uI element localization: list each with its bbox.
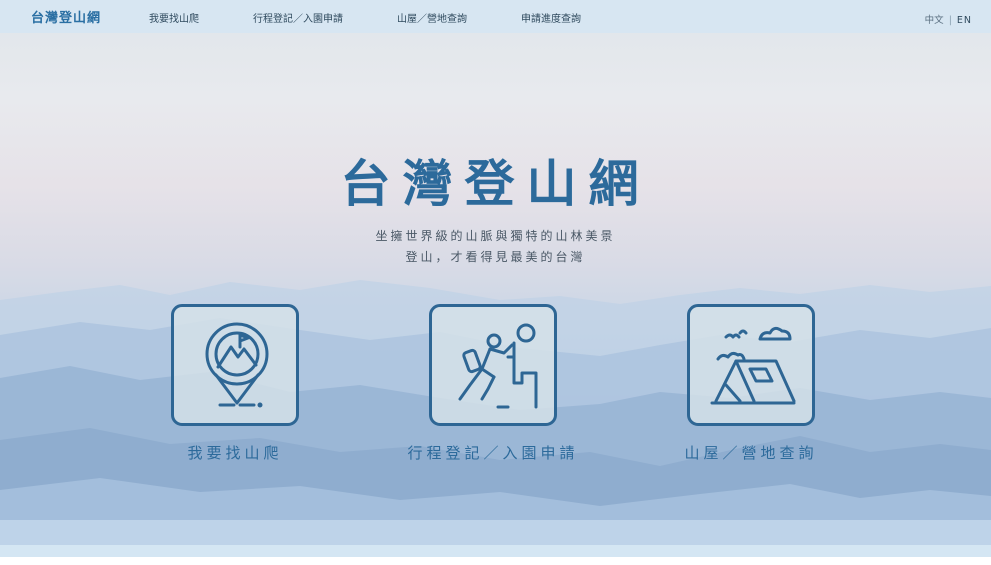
- bottom-strip: [0, 545, 991, 557]
- card-trip-registration[interactable]: [429, 304, 557, 426]
- nav-item-trip-registration[interactable]: 行程登記／入園申請: [253, 10, 343, 25]
- site-logo[interactable]: 台灣登山網: [31, 7, 101, 26]
- nav-item-application-status[interactable]: 申請進度查詢: [521, 10, 581, 25]
- hero-subtitle-line1: 坐擁世界級的山脈與獨特的山林美景: [375, 229, 616, 243]
- hero-subtitle-line2: 登山，才看得見最美的台灣: [405, 250, 586, 264]
- map-pin-mountain-icon: [205, 322, 269, 408]
- lang-zh[interactable]: 中文: [925, 15, 944, 26]
- language-switcher: 中文 | EN: [925, 12, 972, 26]
- card-label-trip-registration[interactable]: 行程登記／入園申請: [395, 442, 591, 463]
- tent-icon: [710, 326, 796, 405]
- card-cabin-campsite[interactable]: [687, 304, 815, 426]
- card-label-cabin-campsite[interactable]: 山屋／營地查詢: [663, 442, 839, 463]
- nav-item-cabin-campsite[interactable]: 山屋／營地查詢: [397, 10, 467, 25]
- lang-separator: |: [948, 15, 952, 26]
- mountain-background: [0, 280, 991, 545]
- card-find-mountain[interactable]: [171, 304, 299, 426]
- hero-banner: [0, 0, 991, 545]
- card-label-find-mountain[interactable]: 我要找山爬: [171, 442, 299, 463]
- hero-title: 台灣登山網: [340, 155, 651, 213]
- nav-item-find-mountain[interactable]: 我要找山爬: [149, 10, 199, 25]
- top-navigation-bar: 台灣登山網 我要找山爬 行程登記／入園申請 山屋／營地查詢 申請進度查詢 中文 |…: [0, 0, 991, 33]
- hiker-climbing-icon: [458, 323, 538, 409]
- lang-en[interactable]: EN: [957, 15, 972, 26]
